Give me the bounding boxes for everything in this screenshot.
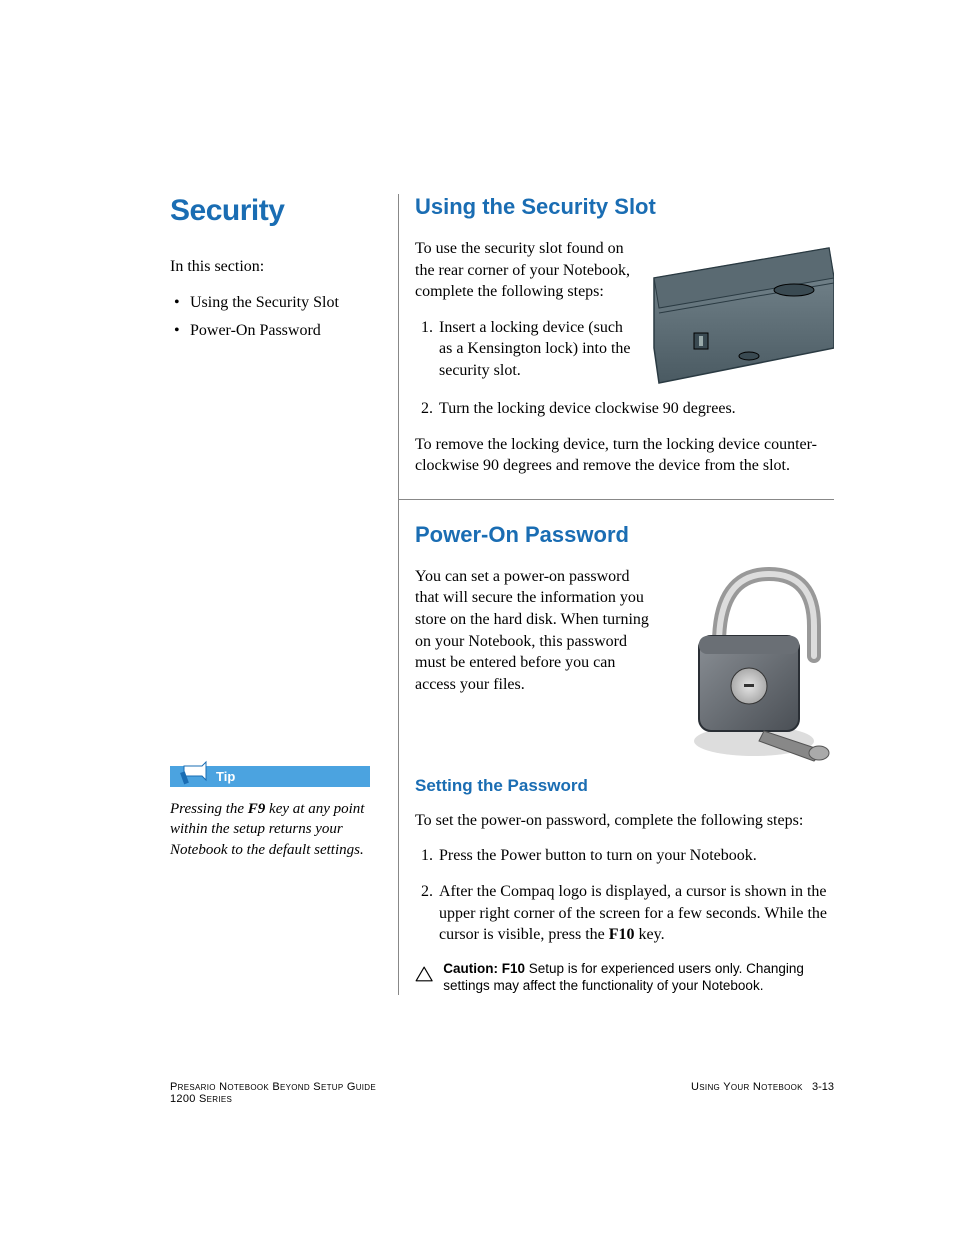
- section-title: Security: [170, 194, 370, 228]
- step-item: Press the Power button to turn on your N…: [437, 845, 834, 867]
- tip-label: Tip: [216, 769, 235, 784]
- subheading-setting-password: Setting the Password: [415, 776, 834, 796]
- heading-power-on-password: Power-On Password: [415, 522, 834, 548]
- footer-right: Using Your Notebook 3-13: [691, 1081, 834, 1105]
- notebook-rear-illustration: [644, 238, 834, 388]
- step-item: Turn the locking device clockwise 90 deg…: [437, 398, 834, 420]
- heading-security-slot: Using the Security Slot: [415, 194, 834, 220]
- page-footer: Presario Notebook Beyond Setup Guide 120…: [170, 1081, 834, 1105]
- padlock-illustration: [664, 566, 834, 766]
- warning-icon: [415, 960, 433, 988]
- steps-list: Press the Power button to turn on your N…: [415, 845, 834, 945]
- tip-header: Tip: [170, 766, 370, 787]
- body-text: To set the power-on password, complete t…: [415, 810, 834, 832]
- body-text: To remove the locking device, turn the l…: [415, 434, 834, 477]
- caution-text: Caution: F10 Setup is for experienced us…: [443, 960, 834, 995]
- step-item: After the Compaq logo is displayed, a cu…: [437, 881, 834, 946]
- tip-callout: Tip Pressing the F9 key at any point wit…: [170, 766, 370, 860]
- toc-item: Power-On Password: [170, 322, 370, 340]
- body-text: You can set a power-on password that wil…: [415, 566, 665, 696]
- step-item: Insert a locking device (such as a Kensi…: [437, 317, 669, 382]
- toc-item: Using the Security Slot: [170, 294, 370, 312]
- footer-left: Presario Notebook Beyond Setup Guide 120…: [170, 1081, 376, 1105]
- divider: [399, 499, 834, 500]
- tip-body: Pressing the F9 key at any point within …: [170, 799, 370, 860]
- body-text: To use the security slot found on the re…: [415, 238, 655, 303]
- toc-list: Using the Security Slot Power-On Passwor…: [170, 294, 370, 340]
- caution-callout: Caution: F10 Setup is for experienced us…: [415, 960, 834, 995]
- tip-icon: [180, 758, 210, 788]
- intro-text: In this section:: [170, 256, 370, 278]
